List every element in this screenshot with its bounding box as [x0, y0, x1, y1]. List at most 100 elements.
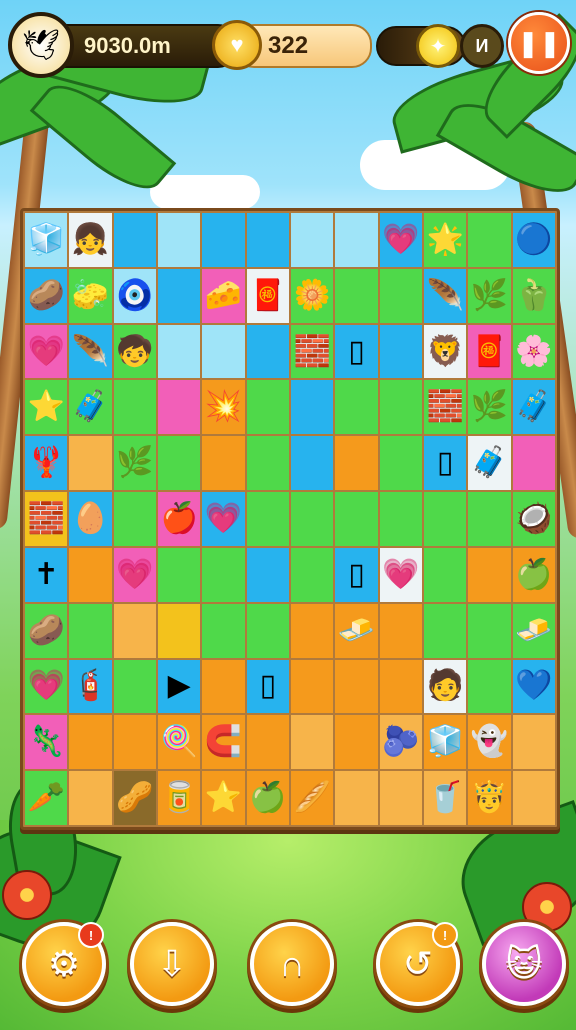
board-tile[interactable]: ▶: [157, 659, 201, 714]
board-tile[interactable]: [202, 213, 245, 267]
board-tile[interactable]: [202, 659, 245, 714]
board-tile[interactable]: [423, 492, 467, 546]
board-tile[interactable]: [335, 659, 378, 714]
board-tile[interactable]: [157, 436, 201, 491]
board-tile[interactable]: [202, 603, 245, 658]
board-tile[interactable]: [246, 492, 289, 546]
board-tile[interactable]: [512, 715, 555, 770]
board-tile[interactable]: [379, 436, 422, 491]
star-boost-icon[interactable]: ✦: [416, 24, 460, 68]
board-tile[interactable]: ▯: [423, 436, 467, 491]
board-tile[interactable]: [423, 547, 467, 602]
board-tile[interactable]: 🧑: [423, 659, 467, 714]
board-tile[interactable]: [423, 603, 467, 658]
board-tile[interactable]: 🥫: [157, 771, 201, 825]
board-tile[interactable]: 🧒: [113, 324, 156, 379]
board-tile[interactable]: 🧧: [246, 268, 289, 323]
board-tile[interactable]: 🧳: [468, 436, 511, 491]
board-tile[interactable]: 💗: [113, 547, 156, 602]
board-tile[interactable]: [246, 715, 289, 770]
board-tile[interactable]: [335, 771, 378, 825]
board-tile[interactable]: [468, 603, 511, 658]
board-tile[interactable]: 🦁: [423, 324, 467, 379]
board-tile[interactable]: 🌼: [290, 268, 334, 323]
board-tile[interactable]: [335, 380, 378, 435]
board-tile[interactable]: 🧳: [512, 380, 555, 435]
board-tile[interactable]: [157, 547, 201, 602]
board-tile[interactable]: 🧿: [113, 268, 156, 323]
board-tile[interactable]: 👧: [69, 213, 112, 267]
board-tile[interactable]: 🌟: [423, 213, 467, 267]
board-tile[interactable]: 🍎: [157, 492, 201, 546]
board-tile[interactable]: 💗: [379, 547, 422, 602]
board-tile[interactable]: 🧧: [468, 324, 511, 379]
board-tile[interactable]: 💗: [202, 492, 245, 546]
board-tile[interactable]: 🍏: [246, 771, 289, 825]
board-tile[interactable]: 🌿: [468, 380, 511, 435]
download-button[interactable]: ⇩: [130, 922, 214, 1006]
board-tile[interactable]: 🧱: [423, 380, 467, 435]
board-tile[interactable]: [69, 715, 112, 770]
board-tile[interactable]: [113, 659, 156, 714]
board-tile[interactable]: [379, 268, 422, 323]
board-tile[interactable]: [335, 436, 378, 491]
board-tile[interactable]: 🧈: [512, 603, 555, 658]
board-tile[interactable]: ⭐: [25, 380, 68, 435]
board-tile[interactable]: [157, 213, 201, 267]
board-tile[interactable]: [113, 213, 156, 267]
board-tile[interactable]: 🧈: [335, 603, 378, 658]
board-tile[interactable]: 🍭: [157, 715, 201, 770]
board-tile[interactable]: [290, 603, 334, 658]
board-tile[interactable]: [202, 436, 245, 491]
board-tile[interactable]: [69, 547, 112, 602]
swap-button[interactable]: ↺ !: [376, 922, 460, 1006]
board-tile[interactable]: 💗: [25, 659, 68, 714]
board-tile[interactable]: [157, 603, 201, 658]
board-tile[interactable]: ▯: [335, 547, 378, 602]
pause-button[interactable]: ❚❚: [508, 12, 570, 74]
board-tile[interactable]: 🥔: [25, 268, 68, 323]
board-tile[interactable]: 🧳: [69, 380, 112, 435]
board-tile[interactable]: 🧱: [25, 492, 68, 546]
board-tile[interactable]: [290, 492, 334, 546]
board-tile[interactable]: [290, 436, 334, 491]
board-tile[interactable]: [290, 380, 334, 435]
board-tile[interactable]: [379, 380, 422, 435]
board-tile[interactable]: [246, 380, 289, 435]
board-tile[interactable]: 🌸: [512, 324, 555, 379]
board-tile[interactable]: 🥖: [290, 771, 334, 825]
board-tile[interactable]: [157, 324, 201, 379]
board-tile[interactable]: [246, 547, 289, 602]
board-tile[interactable]: [379, 771, 422, 825]
board-tile[interactable]: 🥥: [512, 492, 555, 546]
board-tile[interactable]: 🧽: [69, 268, 112, 323]
board-tile[interactable]: [290, 659, 334, 714]
board-tile[interactable]: [335, 213, 378, 267]
character-button[interactable]: 😺: [482, 922, 566, 1006]
board-tile[interactable]: 🤴: [468, 771, 511, 825]
board-tile[interactable]: [69, 436, 112, 491]
board-tile[interactable]: ⭐: [202, 771, 245, 825]
board-tile[interactable]: 🧀: [202, 268, 245, 323]
board-tile[interactable]: 🧊: [25, 213, 68, 267]
board-tile[interactable]: [202, 547, 245, 602]
board-tile[interactable]: 🍏: [512, 547, 555, 602]
board-tile[interactable]: [246, 603, 289, 658]
board-tile[interactable]: 🪶: [423, 268, 467, 323]
board-tile[interactable]: ▯: [246, 659, 289, 714]
board-tile[interactable]: [468, 659, 511, 714]
board-tile[interactable]: ▯: [335, 324, 378, 379]
board-tile[interactable]: 🥕: [25, 771, 68, 825]
board-tile[interactable]: [69, 771, 112, 825]
board-tile[interactable]: [157, 380, 201, 435]
board-tile[interactable]: 🥔: [25, 603, 68, 658]
board-tile[interactable]: [202, 324, 245, 379]
board-tile[interactable]: [379, 324, 422, 379]
board-tile[interactable]: [468, 492, 511, 546]
board-tile[interactable]: [335, 715, 378, 770]
board-tile[interactable]: [290, 715, 334, 770]
board-tile[interactable]: [113, 715, 156, 770]
board-tile[interactable]: 🥤: [423, 771, 467, 825]
board-tile[interactable]: [113, 492, 156, 546]
board-tile[interactable]: 💗: [25, 324, 68, 379]
